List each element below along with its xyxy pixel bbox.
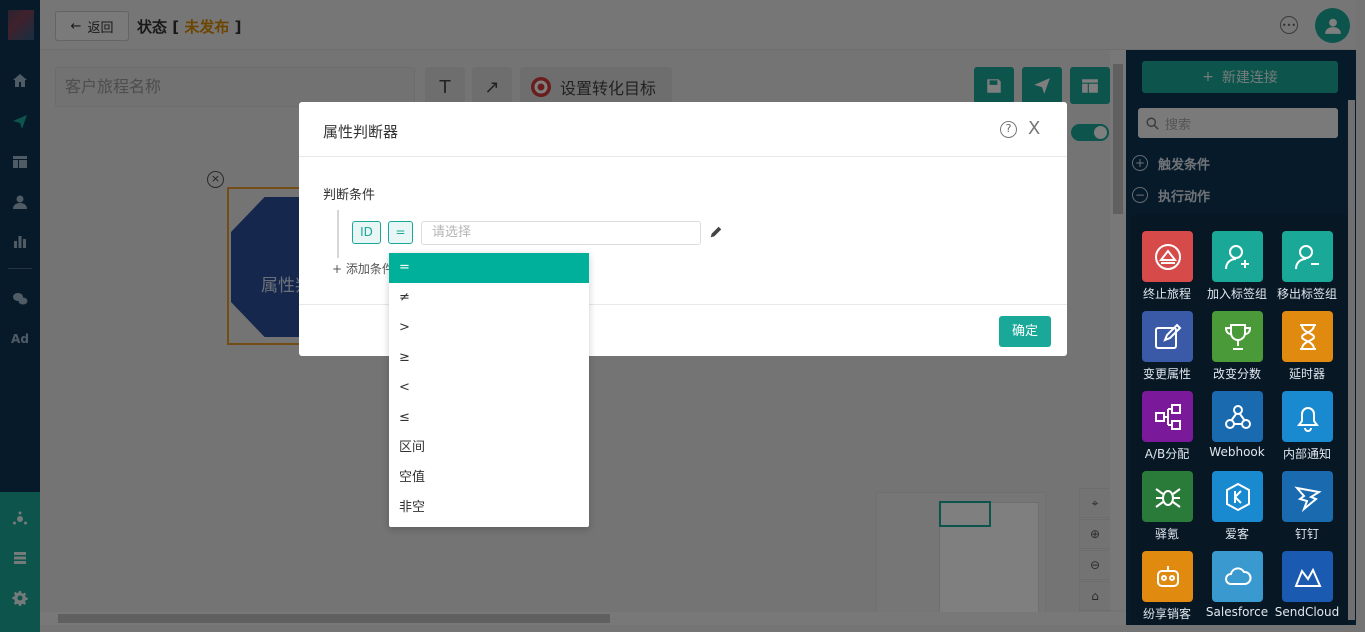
field-tag[interactable]: ID [352,221,381,244]
add-condition-link[interactable]: + 添加条件 [332,260,394,277]
action-tile-label: Salesforce [1205,605,1269,619]
action-tile-label: 钉钉 [1294,527,1319,541]
webhook-icon [1224,404,1251,429]
operator-dropdown: = ≠ > ≥ < ≤ 区间 空值 非空 [389,253,589,527]
pencil-icon[interactable] [709,225,723,239]
confirm-button[interactable]: 确定 [999,316,1051,347]
user-add-icon [1224,244,1249,269]
action-tile[interactable] [1282,391,1333,442]
action-tile-label: 改变分数 [1212,367,1261,381]
dropdown-option[interactable]: 区间 [389,433,589,463]
dropdown-option[interactable]: ≤ [389,403,589,433]
action-tile[interactable] [1212,391,1263,442]
action-tile-label: SendCloud [1274,605,1340,619]
spider-icon [1154,487,1181,508]
value-select-input[interactable]: 请选择 [421,221,701,245]
dropdown-option[interactable]: ≠ [389,283,589,313]
action-tile[interactable] [1282,231,1333,282]
action-tile[interactable] [1142,471,1193,522]
action-tile-label: 终止旅程 [1142,287,1191,301]
ab-split-icon [1154,403,1181,430]
bell-icon [1296,406,1319,432]
robot-icon [1156,565,1179,587]
sendcloud-icon [1294,567,1322,587]
dropdown-option[interactable]: 非空 [389,493,589,523]
action-tile-label: 内部通知 [1282,447,1331,461]
action-tile[interactable] [1142,391,1193,442]
k-icon [1225,482,1250,511]
dialog-title: 属性判断器 [323,123,399,141]
action-tile[interactable] [1142,311,1193,362]
action-tile[interactable] [1142,231,1193,282]
cloud-icon [1224,566,1251,585]
action-tile-label: 延时器 [1288,367,1325,381]
condition-bracket [337,210,339,258]
action-tile[interactable] [1212,551,1263,602]
action-tile[interactable] [1282,311,1333,362]
action-tile-label: 变更属性 [1142,367,1191,381]
dropdown-option[interactable]: 空值 [389,463,589,493]
dingtalk-icon [1293,486,1322,512]
action-tile[interactable] [1212,471,1263,522]
eject-icon [1154,243,1181,270]
dropdown-option[interactable]: < [389,373,589,403]
action-tile-label: 加入标签组 [1206,287,1267,301]
dropdown-option[interactable]: ≥ [389,343,589,373]
user-remove-icon [1294,244,1319,269]
action-tile[interactable] [1212,311,1263,362]
close-icon[interactable]: X [1028,118,1040,139]
condition-label: 判断条件 [323,188,376,203]
dialog-header [299,102,1067,157]
hourglass-icon [1299,323,1316,350]
action-tile-label: 爱客 [1224,527,1249,541]
action-tile-label: Webhook [1209,445,1265,459]
action-tile[interactable] [1282,471,1333,522]
dropdown-option[interactable]: > [389,313,589,343]
action-tile-label: 纷享销客 [1142,607,1191,621]
help-icon[interactable]: ? [1000,121,1017,138]
edit-icon [1154,323,1181,349]
action-tile[interactable] [1212,231,1263,282]
action-tile[interactable] [1282,551,1333,602]
operator-tag[interactable]: = [388,221,413,244]
action-tile-label: A/B分配 [1144,447,1190,461]
action-tile-label: 驿氪 [1154,527,1179,541]
action-tile-label: 移出标签组 [1276,287,1337,301]
trophy-icon [1224,323,1251,350]
action-tile[interactable] [1142,551,1193,602]
dropdown-option[interactable]: = [389,253,589,283]
